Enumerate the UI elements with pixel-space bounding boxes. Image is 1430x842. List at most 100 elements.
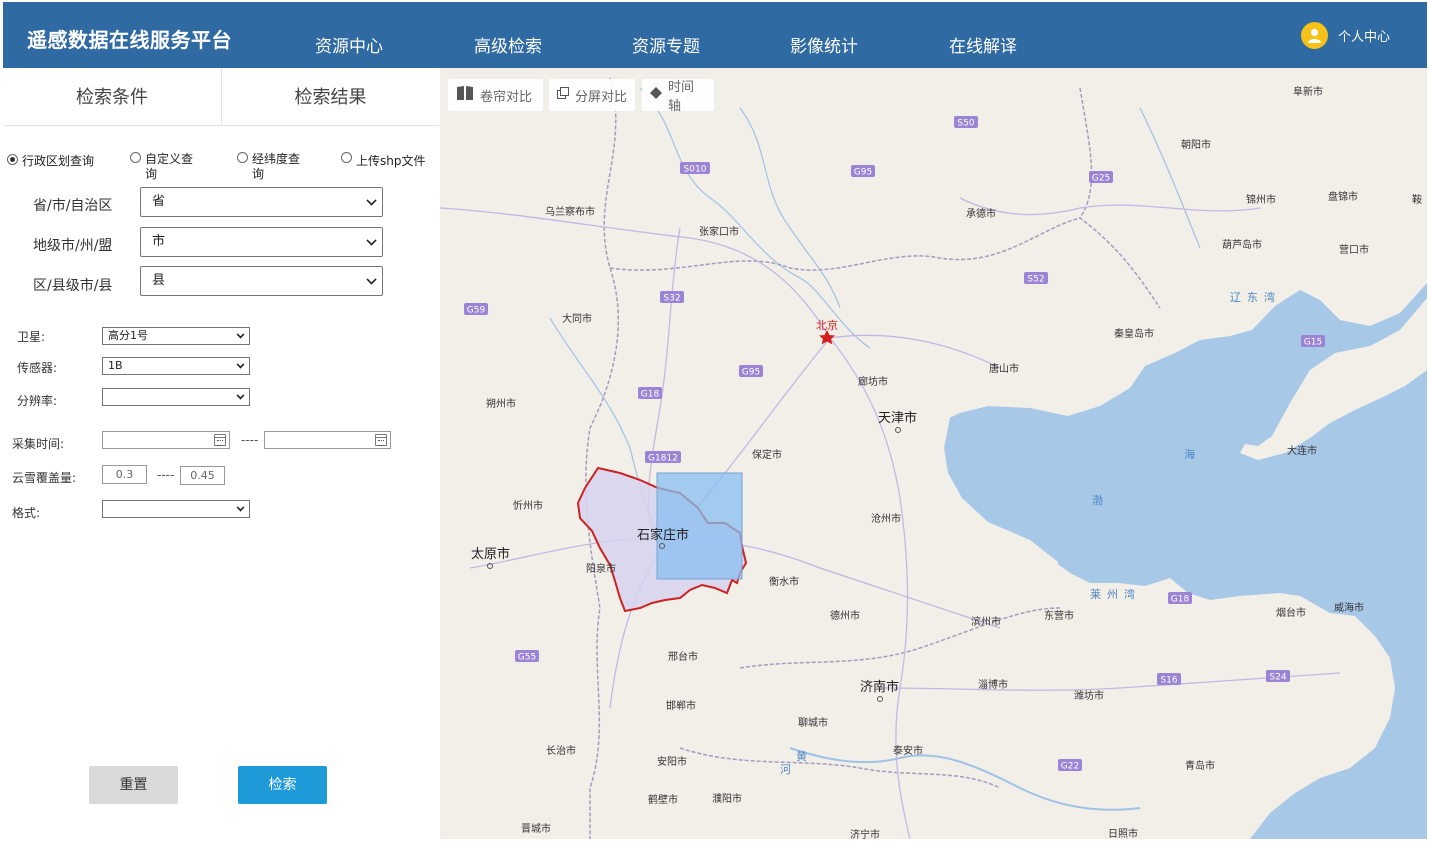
- city-label: 烟台市: [1276, 606, 1306, 619]
- search-panel: 检索条件 检索结果 行政区划查询 自定义查 询 经纬度查 询 上传shp文件 省…: [3, 68, 439, 842]
- start-date-input[interactable]: [102, 431, 230, 449]
- nav-resource-center[interactable]: 资源中心: [315, 32, 383, 57]
- split-screen-button[interactable]: 分屏对比: [549, 79, 635, 111]
- timeline-label: 时间轴: [668, 80, 695, 114]
- water-label-liaodong-bay: 辽东湾: [1230, 290, 1281, 304]
- calendar-icon[interactable]: [214, 434, 226, 446]
- sensor-select-value: 1B: [108, 359, 123, 372]
- map-view[interactable]: S50 S010 G95 G25 S32 S52 G59 G95 G18 G15…: [440, 68, 1427, 839]
- highway-label: S010: [684, 165, 707, 175]
- highway-label: G95: [854, 168, 872, 178]
- satellite-select-value: 高分1号: [108, 329, 148, 342]
- city-label: 东营市: [1044, 609, 1074, 622]
- nav-image-statistics[interactable]: 影像统计: [790, 32, 858, 57]
- radio-unselected-icon: [237, 152, 248, 163]
- radio-unselected-icon: [130, 152, 141, 163]
- collection-time-label: 采集时间:: [12, 437, 65, 451]
- radio-custom-query[interactable]: 自定义查 询: [130, 150, 193, 182]
- satellite-select[interactable]: 高分1号: [102, 327, 250, 345]
- city-label: 聊城市: [798, 716, 828, 729]
- chevron-down-icon: [236, 360, 245, 369]
- radio-admin-region-label: 行政区划查询: [22, 154, 95, 168]
- city-label: 晋城市: [521, 822, 551, 835]
- highway-shield: G59: [464, 303, 488, 316]
- water-label-bohai-1: 渤: [1092, 494, 1103, 507]
- radio-custom-label: 自定义查 询: [145, 152, 193, 182]
- format-select[interactable]: [102, 500, 250, 518]
- highway-label: G18: [1171, 595, 1190, 605]
- chevron-down-icon: [236, 330, 245, 339]
- city-label: 廊坊市: [858, 375, 888, 388]
- swipe-compare-label: 卷帘对比: [480, 89, 533, 105]
- city-select-value: 市: [152, 234, 166, 249]
- cloud-min-input[interactable]: 0.3: [102, 465, 147, 484]
- city-label: 营口市: [1339, 243, 1369, 256]
- calendar-icon[interactable]: [375, 434, 387, 446]
- highway-shield: S24: [1266, 670, 1290, 683]
- cloud-cover-label: 云雪覆盖量:: [12, 471, 77, 485]
- highway-label: G22: [1061, 762, 1079, 772]
- county-select-value: 县: [152, 273, 166, 288]
- map-canvas[interactable]: S50 S010 G95 G25 S32 S52 G59 G95 G18 G15…: [440, 68, 1427, 839]
- city-label: 鞍: [1412, 193, 1422, 206]
- city-label: 青岛市: [1185, 759, 1215, 772]
- highway-label: G59: [467, 306, 486, 316]
- city-label-beijing: 北京: [816, 318, 838, 332]
- city-label: 葫芦岛市: [1222, 238, 1262, 251]
- image-footprint[interactable]: [656, 472, 743, 580]
- highway-shield: S50: [954, 116, 978, 129]
- city-label: 朔州市: [486, 397, 516, 410]
- province-select[interactable]: 省: [140, 187, 383, 217]
- platform-title[interactable]: 遥感数据在线服务平台: [27, 24, 232, 53]
- timeline-button[interactable]: 时间轴: [642, 79, 714, 114]
- tab-search-conditions[interactable]: 检索条件: [3, 68, 221, 126]
- highway-label: G95: [742, 368, 760, 378]
- radio-custom-label-line1: 自定义查: [145, 152, 194, 166]
- city-select[interactable]: 市: [140, 227, 383, 257]
- search-button[interactable]: 检索: [238, 766, 327, 804]
- satellite-label: 卫星:: [17, 330, 46, 344]
- radio-latlon-query[interactable]: 经纬度查 询: [237, 150, 300, 182]
- city-label: 长治市: [546, 744, 576, 757]
- tab-search-results[interactable]: 检索结果: [221, 68, 439, 126]
- panel-tabs: 检索条件 检索结果: [3, 68, 439, 126]
- book-icon: [456, 85, 474, 105]
- city-label: 朝阳市: [1181, 138, 1211, 151]
- radio-unselected-icon: [341, 152, 352, 163]
- end-date-value: [265, 437, 269, 450]
- highway-label: G1812: [648, 454, 678, 464]
- swipe-compare-button[interactable]: 卷帘对比: [448, 79, 543, 111]
- province-label: 省/市/自治区: [33, 198, 113, 214]
- county-select[interactable]: 县: [140, 266, 383, 296]
- radio-latlon-label-line1: 经纬度查: [252, 152, 301, 166]
- highway-label: S32: [663, 294, 680, 304]
- nav-resource-topics[interactable]: 资源专题: [632, 32, 700, 57]
- city-label: 淄博市: [978, 678, 1008, 691]
- nav-online-interpretation[interactable]: 在线解译: [949, 32, 1017, 57]
- city-label: 潍坊市: [1074, 689, 1104, 702]
- resolution-select[interactable]: [102, 388, 250, 406]
- radio-admin-region[interactable]: 行政区划查询: [7, 152, 94, 169]
- radio-custom-label-line2: 询: [145, 167, 158, 181]
- city-label: 泰安市: [893, 744, 923, 757]
- personal-center-link[interactable]: 个人中心: [1301, 22, 1390, 49]
- chevron-down-icon: [366, 235, 377, 246]
- city-label: 滨州市: [971, 615, 1001, 628]
- highway-shield: S32: [660, 291, 684, 304]
- end-date-input[interactable]: [264, 431, 391, 449]
- city-label: 张家口市: [699, 225, 739, 238]
- water-label-bohai-2: 海: [1184, 447, 1195, 461]
- river-label-yellow-1: 黄: [796, 749, 807, 763]
- nav-advanced-search[interactable]: 高级检索: [474, 32, 542, 57]
- city-label: 乌兰察布市: [545, 205, 595, 218]
- highway-shield: G18: [638, 387, 662, 400]
- highway-shield: G18: [1168, 592, 1192, 605]
- highway-shield: G95: [851, 165, 875, 178]
- sensor-label: 传感器:: [17, 361, 58, 375]
- sensor-select[interactable]: 1B: [102, 357, 250, 375]
- river-label-yellow-2: 河: [780, 763, 791, 776]
- reset-button[interactable]: 重置: [89, 766, 178, 804]
- format-label: 格式:: [12, 506, 41, 520]
- radio-upload-shp[interactable]: 上传shp文件: [341, 150, 425, 169]
- cloud-max-input[interactable]: 0.45: [180, 466, 225, 485]
